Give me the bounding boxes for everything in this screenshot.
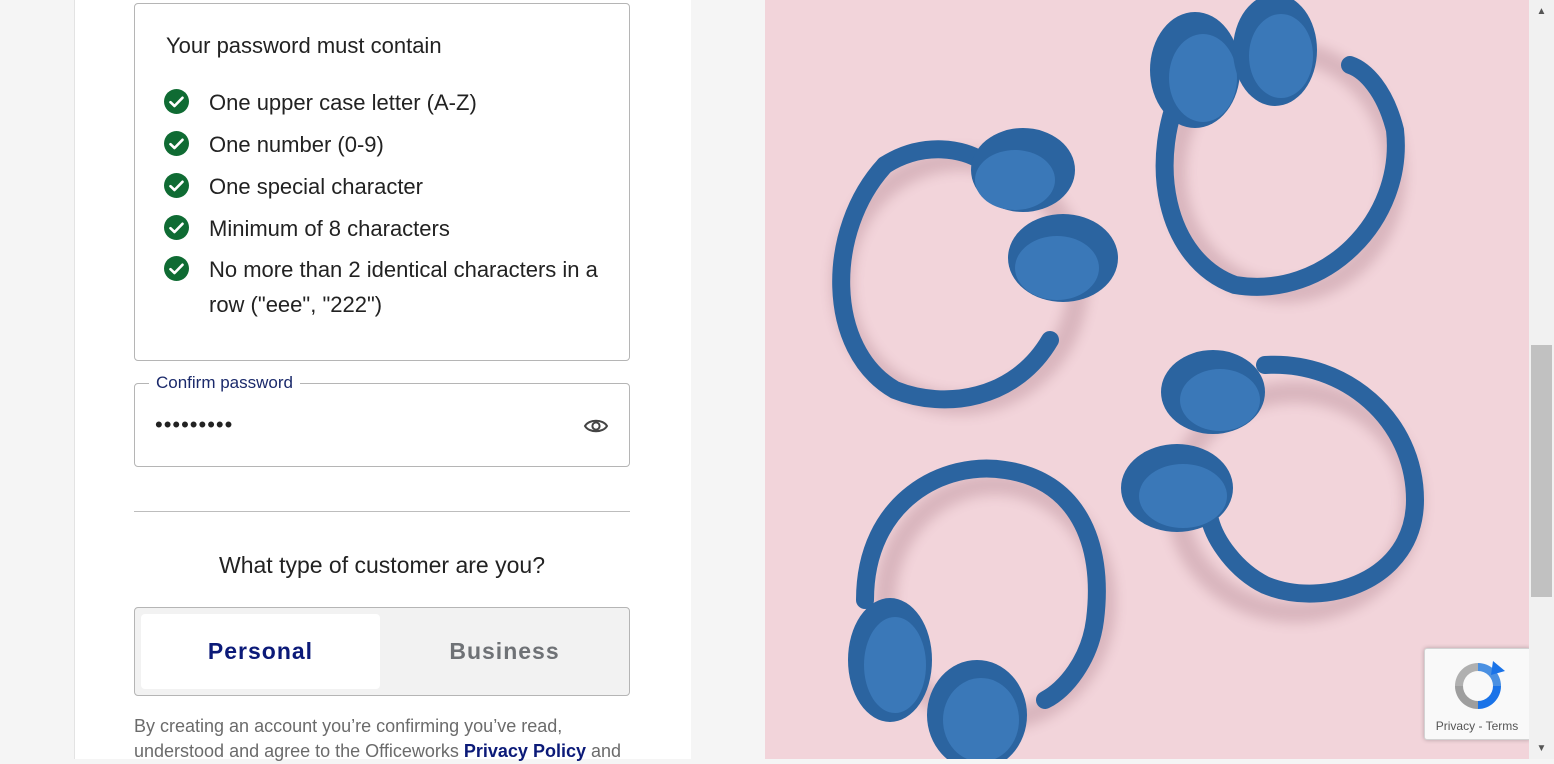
hero-image: [765, 0, 1529, 759]
password-requirements-box: Your password must contain One upper cas…: [134, 3, 630, 361]
confirm-password-label: Confirm password: [149, 373, 300, 393]
recaptcha-privacy-link[interactable]: Privacy: [1436, 719, 1475, 733]
check-circle-icon: [164, 256, 189, 281]
page-gutter: [691, 0, 765, 759]
check-circle-icon: [164, 89, 189, 114]
requirement-item: Minimum of 8 characters: [164, 215, 609, 246]
password-requirements-title: Your password must contain: [166, 33, 442, 58]
section-divider: [134, 511, 630, 512]
requirement-text: One special character: [209, 174, 423, 199]
confirm-password-value[interactable]: •••••••••: [155, 412, 233, 438]
customer-type-toggle: Personal Business: [134, 607, 630, 696]
recaptcha-terms-link[interactable]: Terms: [1486, 719, 1519, 733]
recaptcha-links: Privacy - Terms: [1425, 719, 1529, 733]
requirement-item: One special character: [164, 173, 609, 204]
requirement-item: No more than 2 identical characters in a…: [164, 256, 599, 322]
headphones-illustration: [831, 0, 1425, 759]
requirement-item: One upper case letter (A-Z): [164, 89, 609, 120]
requirement-text: No more than 2 identical characters in a…: [209, 257, 598, 317]
business-option-button[interactable]: Business: [385, 614, 624, 689]
check-circle-icon: [164, 131, 189, 156]
check-circle-icon: [164, 215, 189, 240]
legal-text: By creating an account you’re confirming…: [134, 714, 634, 764]
eye-icon[interactable]: [583, 413, 609, 439]
requirement-text: Minimum of 8 characters: [209, 216, 450, 241]
scroll-up-arrow-icon[interactable]: ▲: [1529, 2, 1554, 20]
page-background-left: [0, 0, 74, 759]
scrollbar-thumb[interactable]: [1531, 345, 1552, 597]
requirement-text: One upper case letter (A-Z): [209, 90, 477, 115]
recaptcha-badge[interactable]: Privacy - Terms: [1424, 648, 1530, 740]
confirm-password-field[interactable]: Confirm password •••••••••: [134, 373, 630, 467]
scroll-down-arrow-icon[interactable]: ▼: [1529, 739, 1554, 757]
customer-type-question: What type of customer are you?: [219, 552, 545, 578]
recaptcha-separator: -: [1478, 719, 1483, 733]
requirement-item: One number (0-9): [164, 131, 609, 162]
privacy-policy-link[interactable]: Privacy Policy: [464, 741, 586, 761]
legal-suffix: and: [591, 741, 622, 761]
check-circle-icon: [164, 173, 189, 198]
requirement-text: One number (0-9): [209, 132, 384, 157]
page-scrollbar[interactable]: ▲ ▼: [1529, 0, 1554, 759]
personal-option-button[interactable]: Personal: [141, 614, 380, 689]
recaptcha-logo-icon: [1449, 657, 1507, 720]
